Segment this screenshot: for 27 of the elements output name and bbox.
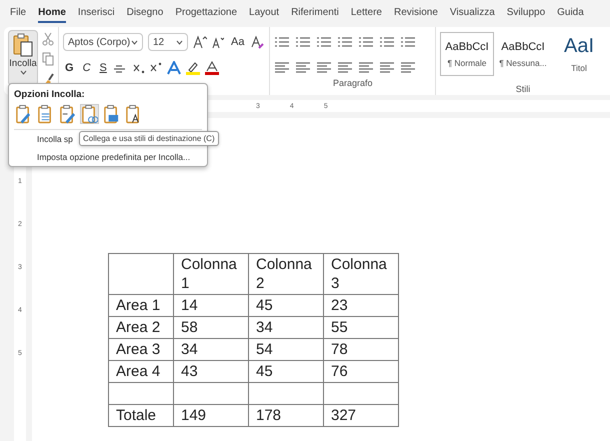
table-cell: Area 4 <box>108 360 174 382</box>
table-cell: 43 <box>174 360 248 382</box>
table-cell: 14 <box>174 294 248 316</box>
menu-title: Opzioni Incolla: <box>14 89 86 100</box>
table-cell: 149 <box>174 404 248 426</box>
table-cell: Area 1 <box>108 294 174 316</box>
tooltip: Collega e usa stili di destinazione (C) <box>79 131 219 146</box>
table-cell: 55 <box>324 316 398 338</box>
table-cell: 58 <box>174 316 248 338</box>
group-label: Stili <box>516 84 530 94</box>
table-cell: 78 <box>324 338 398 360</box>
table-cell: 76 <box>324 360 398 382</box>
table-cell: Area 3 <box>108 338 174 360</box>
table-cell: Colonna 3 <box>324 254 398 294</box>
group-label: Paragrafo <box>332 78 372 88</box>
table-cell: 34 <box>174 338 248 360</box>
table-cell: 23 <box>324 294 398 316</box>
table-cell: Colonna 1 <box>174 254 248 294</box>
table-cell: 178 <box>248 404 324 426</box>
table-cell: Totale <box>108 404 174 426</box>
table-cell: Colonna 2 <box>248 254 324 294</box>
table-cell: 45 <box>248 294 324 316</box>
table-cell: 34 <box>248 316 324 338</box>
table-cell: Area 2 <box>108 316 174 338</box>
table-cell: 54 <box>248 338 324 360</box>
table-cell: 45 <box>248 360 324 382</box>
table-cell: 327 <box>324 404 398 426</box>
